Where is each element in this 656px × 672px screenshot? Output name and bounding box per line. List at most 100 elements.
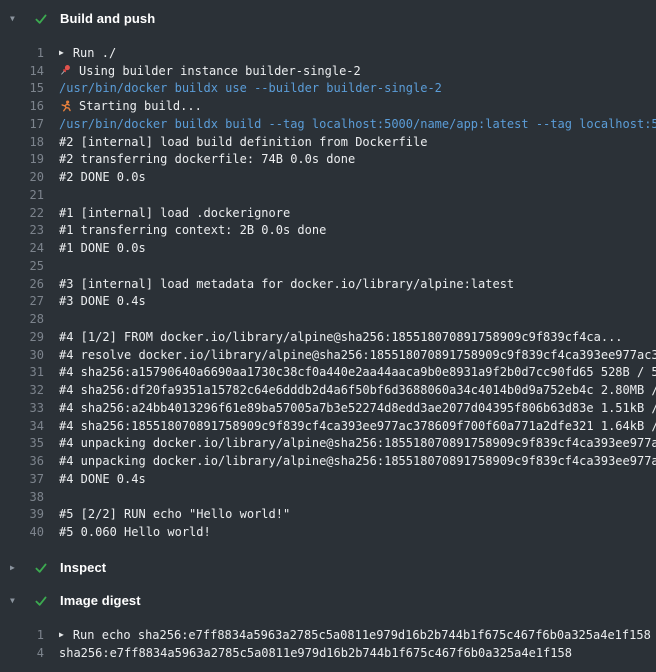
log-text: #4 resolve docker.io/library/alpine@sha2… — [59, 348, 656, 362]
section-header-image-digest[interactable]: ▼ Image digest — [0, 584, 656, 617]
line-number[interactable]: 35 — [0, 436, 44, 450]
log-line: 32 #4 sha256:df20fa9351a15782c64e6dddb2d4… — [0, 381, 656, 399]
log-text: Run ./ — [73, 46, 116, 60]
line-number[interactable]: 27 — [0, 294, 44, 308]
log-line: 14 Using builder instance builder-single-… — [0, 62, 656, 80]
section-header-build-and-push[interactable]: ▼ Build and push — [0, 2, 656, 35]
runner-icon — [59, 100, 72, 113]
log-line: 27 #3 DONE 0.4s — [0, 293, 656, 311]
log-line: 26 #3 [internal] load metadata for docker… — [0, 275, 656, 293]
log-line: 17/usr/bin/docker buildx build --tag loc… — [0, 115, 656, 133]
line-number[interactable]: 30 — [0, 348, 44, 362]
log-text: #4 [1/2] FROM docker.io/library/alpine@s… — [59, 330, 623, 344]
log-text: /usr/bin/docker buildx use --builder bui… — [59, 81, 442, 95]
line-number[interactable]: 21 — [0, 188, 44, 202]
log-line: 21 — [0, 186, 656, 204]
log-text: #4 sha256:a15790640a6690aa1730c38cf0a440… — [59, 365, 656, 379]
line-number[interactable]: 38 — [0, 490, 44, 504]
section-log-lines: 1 ▶ Run ./ 14 Using builder instance builder… — [0, 35, 656, 551]
log-line: 1 ▶ Run echo sha256:e7ff8834a5963a2785c5a0… — [0, 626, 656, 644]
log-line: 34#4 sha256:185518070891758909c9f839cf4c… — [0, 417, 656, 435]
line-number[interactable]: 20 — [0, 170, 44, 184]
log-text: /usr/bin/docker buildx build --tag local… — [59, 117, 656, 131]
line-number[interactable]: 17 — [0, 117, 44, 131]
section-label: Inspect — [60, 560, 106, 575]
log-text: #3 DONE 0.4s — [59, 294, 146, 308]
log-line: 1 ▶ Run ./ — [0, 44, 656, 62]
log-text: #2 [internal] load build definition from… — [59, 135, 427, 149]
line-number[interactable]: 39 — [0, 507, 44, 521]
log-text: Run echo sha256:e7ff8834a5963a2785c5a081… — [73, 628, 651, 642]
log-line: 28 — [0, 310, 656, 328]
log-line: 24 #1 DONE 0.0s — [0, 239, 656, 257]
line-number[interactable]: 40 — [0, 525, 44, 539]
line-number[interactable]: 19 — [0, 152, 44, 166]
log-text: #5 0.060 Hello world! — [59, 525, 211, 539]
log-line: 29 #4 [1/2] FROM docker.io/library/alpine… — [0, 328, 656, 346]
section-label: Image digest — [60, 593, 141, 608]
section-label: Build and push — [60, 11, 155, 26]
log-line: 18 #2 [internal] load build definition fr… — [0, 133, 656, 151]
line-number[interactable]: 26 — [0, 277, 44, 291]
log-line: 25 — [0, 257, 656, 275]
line-number[interactable]: 1 — [0, 628, 44, 642]
log-text: #4 sha256:df20fa9351a15782c64e6dddb2d4a6… — [59, 383, 656, 397]
log-text: #1 transferring context: 2B 0.0s done — [59, 223, 326, 237]
line-number[interactable]: 14 — [0, 64, 44, 78]
line-number[interactable]: 25 — [0, 259, 44, 273]
log-line: 20 #2 DONE 0.0s — [0, 168, 656, 186]
line-number[interactable]: 23 — [0, 223, 44, 237]
line-number[interactable]: 16 — [0, 99, 44, 113]
line-number[interactable]: 18 — [0, 135, 44, 149]
expander-icon[interactable]: ▶ — [59, 49, 64, 57]
line-number[interactable]: 31 — [0, 365, 44, 379]
line-number[interactable]: 24 — [0, 241, 44, 255]
check-icon — [34, 561, 48, 575]
log-text: #1 [internal] load .dockerignore — [59, 206, 290, 220]
chevron-right-icon: ▶ — [10, 564, 34, 572]
log-line: 31 #4 sha256:a15790640a6690aa1730c38cf0a4… — [0, 364, 656, 382]
log-line: 15/usr/bin/docker buildx use --builder b… — [0, 80, 656, 98]
actions-log-viewer: ▼ Build and push 1 ▶ Run ./ 14 Using builder i… — [0, 0, 656, 672]
log-line: 35#4 unpacking docker.io/library/alpine@… — [0, 435, 656, 453]
log-line: 19 #2 transferring dockerfile: 74B 0.0s d… — [0, 151, 656, 169]
section-header-inspect[interactable]: ▶ Inspect — [0, 551, 656, 584]
log-line: 22 #1 [internal] load .dockerignore — [0, 204, 656, 222]
log-text: #4 unpacking docker.io/library/alpine@sh… — [59, 454, 656, 468]
log-text: #4 sha256:a24bb4013296f61e89ba57005a7b3e… — [59, 401, 656, 415]
log-line: 37 #4 DONE 0.4s — [0, 470, 656, 488]
log-line: 30 #4 resolve docker.io/library/alpine@sh… — [0, 346, 656, 364]
log-text: Using builder instance builder-single-2 — [79, 64, 361, 78]
section-log-lines: 1 ▶ Run echo sha256:e7ff8834a5963a2785c5a0… — [0, 617, 656, 672]
check-icon — [34, 12, 48, 26]
log-line: 36 #4 unpacking docker.io/library/alpine@… — [0, 452, 656, 470]
log-text: #3 [internal] load metadata for docker.i… — [59, 277, 514, 291]
log-text: #2 DONE 0.0s — [59, 170, 146, 184]
chevron-down-icon: ▼ — [10, 597, 34, 605]
log-line: 39 #5 [2/2] RUN echo "Hello world!" — [0, 506, 656, 524]
log-text: Starting build... — [79, 99, 202, 113]
line-number[interactable]: 33 — [0, 401, 44, 415]
chevron-down-icon: ▼ — [10, 15, 34, 23]
line-number[interactable]: 22 — [0, 206, 44, 220]
log-line: 38 — [0, 488, 656, 506]
line-number[interactable]: 29 — [0, 330, 44, 344]
log-text: #1 DONE 0.0s — [59, 241, 146, 255]
expander-icon[interactable]: ▶ — [59, 631, 64, 639]
log-line: 33 #4 sha256:a24bb4013296f61e89ba57005a7b… — [0, 399, 656, 417]
log-text: #5 [2/2] RUN echo "Hello world!" — [59, 507, 290, 521]
log-text: #2 transferring dockerfile: 74B 0.0s don… — [59, 152, 355, 166]
log-line: 23 #1 transferring context: 2B 0.0s done — [0, 222, 656, 240]
line-number[interactable]: 34 — [0, 419, 44, 433]
line-number[interactable]: 15 — [0, 81, 44, 95]
log-line: 4sha256:e7ff8834a5963a2785c5a0811e979d16… — [0, 644, 656, 662]
log-line: 16 Starting build... — [0, 97, 656, 115]
log-line: 40 #5 0.060 Hello world! — [0, 523, 656, 541]
line-number[interactable]: 28 — [0, 312, 44, 326]
line-number[interactable]: 36 — [0, 454, 44, 468]
line-number[interactable]: 37 — [0, 472, 44, 486]
log-text: #4 DONE 0.4s — [59, 472, 146, 486]
line-number[interactable]: 32 — [0, 383, 44, 397]
check-icon — [34, 594, 48, 608]
line-number[interactable]: 1 — [0, 46, 44, 60]
